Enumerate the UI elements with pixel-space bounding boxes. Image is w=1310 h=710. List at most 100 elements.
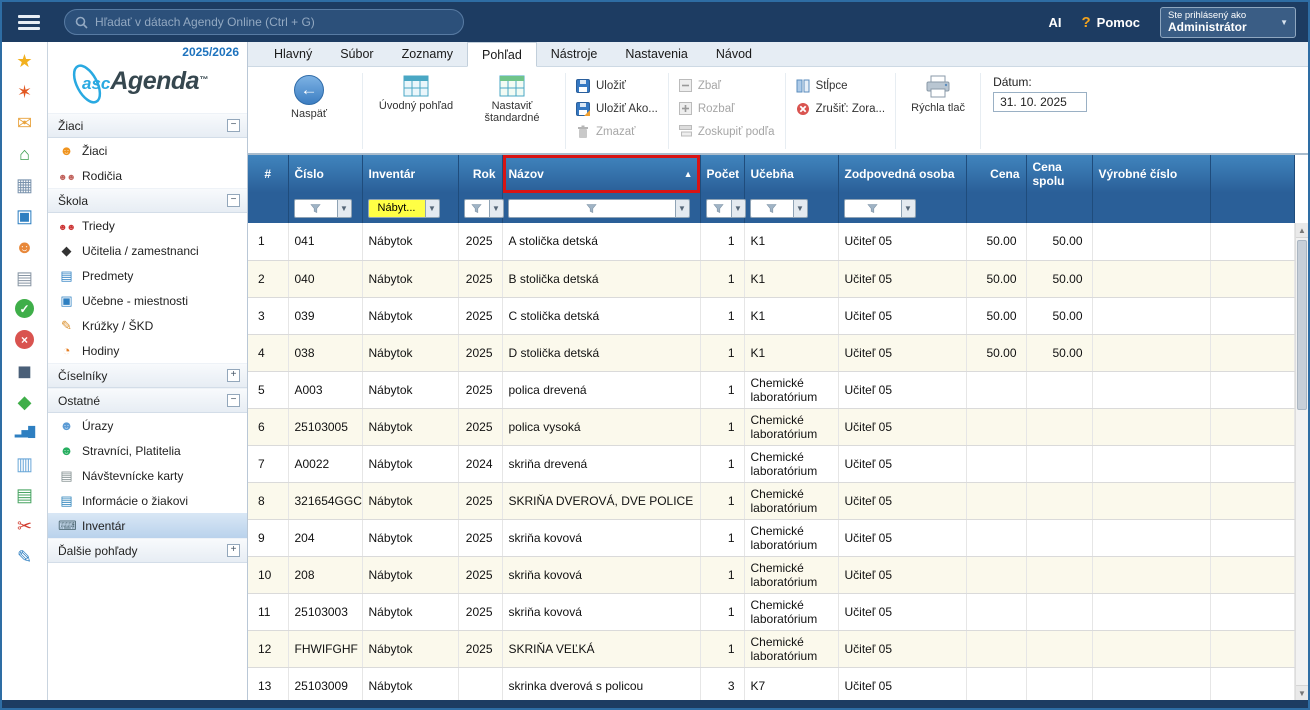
cell-cena_spolu[interactable] [1026,556,1092,593]
scroll-up-icon[interactable]: ▲ [1296,223,1308,238]
cell-cena_spolu[interactable]: 50.00 [1026,260,1092,297]
table-row[interactable]: 5A003Nábytok2025polica drevená1Chemické … [248,371,1295,408]
cell-osoba[interactable]: Učiteľ 05 [838,556,966,593]
cell-cena[interactable] [966,556,1026,593]
cell-num[interactable]: 6 [248,408,288,445]
filter-dropdown-icon[interactable]: ▼ [676,199,690,218]
scroll-down-icon[interactable]: ▼ [1296,685,1308,700]
date-input[interactable]: 31. 10. 2025 [993,92,1087,112]
cell-ucebna[interactable]: K1 [744,260,838,297]
cell-pocet[interactable]: 1 [700,371,744,408]
cell-num[interactable]: 13 [248,667,288,700]
col-header-rok[interactable]: Rok [458,155,502,193]
cell-ucebna[interactable]: Chemické laboratórium [744,593,838,630]
cell-vyrobne[interactable] [1092,445,1210,482]
group-by-button[interactable]: Zoskupiť podľa [679,121,775,142]
cell-cena[interactable] [966,482,1026,519]
sidebar-section-ziaci[interactable]: Žiaci− [48,113,247,138]
delete-button[interactable]: Zmazať [576,121,658,142]
cell-vyrobne[interactable] [1092,371,1210,408]
cell-pocet[interactable]: 1 [700,223,744,260]
cell-rok[interactable]: 2025 [458,593,502,630]
cell-nazov[interactable]: skriňa drevená [502,445,700,482]
cell-rok[interactable]: 2025 [458,223,502,260]
cell-inventar[interactable]: Nábytok [362,556,458,593]
calendar-shortcut[interactable]: ▦ [9,172,41,197]
section-toggle-icon[interactable]: − [227,119,240,132]
sidebar-item-inventar[interactable]: ⌨Inventár [48,513,247,538]
sidebar-section-dalsie-pohlady[interactable]: Ďalšie pohľady+ [48,538,247,563]
cell-vyrobne[interactable] [1092,593,1210,630]
cell-nazov[interactable]: skriňa kovová [502,556,700,593]
save-button[interactable]: Uložiť [576,75,658,96]
cell-inventar[interactable]: Nábytok [362,593,458,630]
cell-cena_spolu[interactable] [1026,519,1092,556]
save-as-button[interactable]: Uložiť Ako... [576,98,658,119]
cell-inventar[interactable]: Nábytok [362,260,458,297]
funnel-icon[interactable] [508,199,676,218]
col-header-pocet[interactable]: Počet [700,155,744,193]
cell-cena_spolu[interactable]: 50.00 [1026,334,1092,371]
funnel-icon[interactable] [706,199,732,218]
cell-nazov[interactable]: D stolička detská [502,334,700,371]
cell-cena[interactable] [966,408,1026,445]
cell-cena[interactable]: 50.00 [966,223,1026,260]
cell-rok[interactable]: 2025 [458,334,502,371]
cell-cena[interactable] [966,593,1026,630]
sidebar-section-skola[interactable]: Škola− [48,188,247,213]
cell-cena_spolu[interactable] [1026,593,1092,630]
cell-rok[interactable]: 2025 [458,408,502,445]
filter-cislo[interactable]: ▼ [294,199,357,218]
sidebar-item-ucebne-miestnosti[interactable]: ▣Učebne - miestnosti [48,288,247,313]
cell-rok[interactable]: 2024 [458,445,502,482]
cell-osoba[interactable]: Učiteľ 05 [838,371,966,408]
cell-pocet[interactable]: 1 [700,593,744,630]
cell-rok[interactable]: 2025 [458,260,502,297]
cell-rok[interactable]: 2025 [458,556,502,593]
cell-vyrobne[interactable] [1092,408,1210,445]
filter-dropdown-icon[interactable]: ▼ [490,199,504,218]
cell-inventar[interactable]: Nábytok [362,482,458,519]
cell-nazov[interactable]: SKRIŇA VEĽKÁ [502,630,700,667]
cell-num[interactable]: 1 [248,223,288,260]
table-row[interactable]: 10208Nábytok2025skriňa kovová1Chemické l… [248,556,1295,593]
cell-ucebna[interactable]: Chemické laboratórium [744,408,838,445]
cell-cena_spolu[interactable] [1026,408,1092,445]
sidebar-item-kruzky-skd[interactable]: ✎Krúžky / ŠKD [48,313,247,338]
cell-cislo[interactable]: 25103009 [288,667,362,700]
cell-vyrobne[interactable] [1092,334,1210,371]
table-row[interactable]: 7A0022Nábytok2024skriňa drevená1Chemické… [248,445,1295,482]
cell-cena[interactable]: 50.00 [966,334,1026,371]
set-standard-button[interactable]: Nastaviť štandardné [469,75,555,147]
filter-nazov[interactable]: ▼ [508,199,695,218]
sidebar-item-ucitelia-zamestnanci[interactable]: ◆Učitelia / zamestnanci [48,238,247,263]
cell-nazov[interactable]: polica vysoká [502,408,700,445]
cell-cena[interactable] [966,519,1026,556]
cell-osoba[interactable]: Učiteľ 05 [838,630,966,667]
cell-cena_spolu[interactable] [1026,482,1092,519]
cell-osoba[interactable]: Učiteľ 05 [838,223,966,260]
funnel-icon[interactable] [844,199,902,218]
cell-pocet[interactable]: 3 [700,667,744,700]
cell-osoba[interactable]: Učiteľ 05 [838,593,966,630]
expand-button[interactable]: Rozbaľ [679,98,775,119]
cell-cislo[interactable]: 25103005 [288,408,362,445]
cell-pocet[interactable]: 1 [700,519,744,556]
table-row[interactable]: 1125103003Nábytok2025skriňa kovová1Chemi… [248,593,1295,630]
check-shortcut[interactable]: ✓ [9,296,41,321]
col-header-cena_spolu[interactable]: Cena spolu [1026,155,1092,193]
sidebar-item-triedy[interactable]: ☻☻Triedy [48,213,247,238]
table-row[interactable]: 1325103009Nábytokskrinka dverová s polic… [248,667,1295,700]
sidebar-item-urazy[interactable]: ☻Úrazy [48,413,247,438]
cell-nazov[interactable]: skrinka dverová s policou [502,667,700,700]
cell-inventar[interactable]: Nábytok [362,445,458,482]
wand-shortcut[interactable]: ✶ [9,79,41,104]
cell-cena[interactable] [966,371,1026,408]
funnel-icon[interactable] [750,199,794,218]
cell-num[interactable]: 8 [248,482,288,519]
section-toggle-icon[interactable]: − [227,394,240,407]
cell-nazov[interactable]: B stolička detská [502,260,700,297]
help-button[interactable]: ? Pomoc [1081,14,1140,31]
cell-nazov[interactable]: skriňa kovová [502,593,700,630]
home-shortcut[interactable]: ⌂ [9,141,41,166]
